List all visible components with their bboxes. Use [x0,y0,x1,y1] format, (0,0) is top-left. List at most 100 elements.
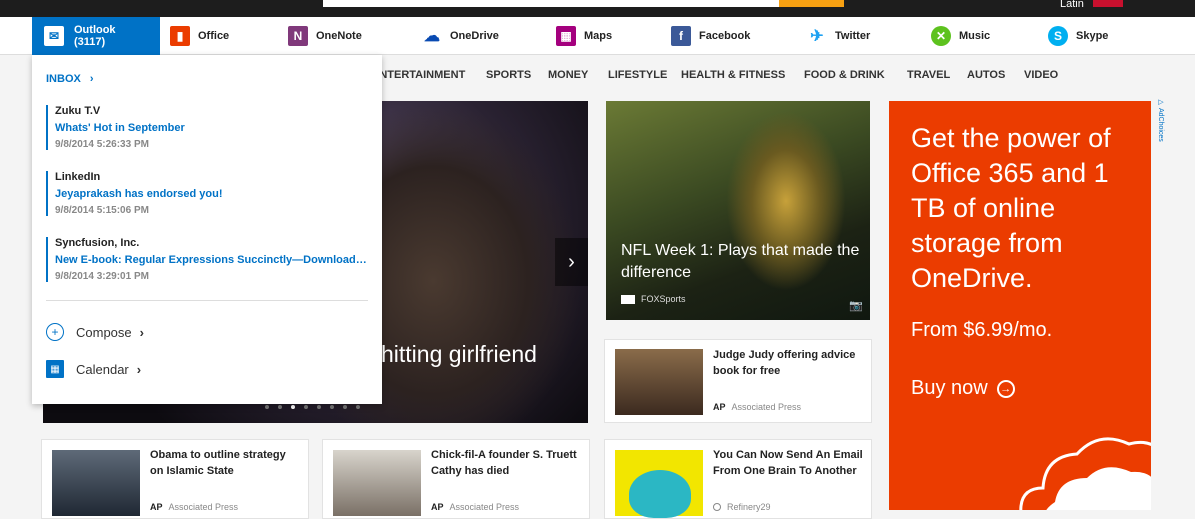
news-card-source: Refinery29 [713,502,771,512]
news-card-title[interactable]: Chick-fil-A founder S. Truett Cathy has … [431,447,583,479]
skype-icon: S [1048,26,1068,46]
nav-entertainment[interactable]: ENTERTAINMENT [372,69,465,81]
mail-subject[interactable]: Jeyaprakash has endorsed you! [55,188,368,200]
carousel-dot[interactable] [343,405,347,409]
carousel-dot[interactable] [317,405,321,409]
app-office[interactable]: ▮ Office [170,17,229,55]
chevron-right-icon[interactable]: › [555,238,588,286]
ad-buy-now-button[interactable]: Buy now → [911,377,1015,400]
ad-price: From $6.99/mo. [911,319,1053,341]
news-card-source: AP Associated Press [431,502,519,512]
app-maps[interactable]: ▦ Maps [556,17,612,55]
news-card-title[interactable]: You Can Now Send An Email From One Brain… [713,447,865,479]
mail-item[interactable]: Zuku T.V Whats' Hot in September 9/8/201… [46,105,368,150]
news-card[interactable]: You Can Now Send An Email From One Brain… [604,439,872,519]
app-facebook[interactable]: f Facebook [671,17,750,55]
search-button[interactable] [779,0,844,7]
nav-video[interactable]: VIDEO [1024,69,1058,81]
app-twitter-label: Twitter [835,30,871,42]
nav-autos[interactable]: AUTOS [967,69,1005,81]
news-card-source-label: Associated Press [449,502,520,512]
compose-label: Compose [76,324,132,340]
app-outlook[interactable]: ✉ Outlook (3117) [32,17,160,55]
app-twitter[interactable]: ✈ Twitter [807,17,870,55]
nav-lifestyle[interactable]: LIFESTYLE [608,69,667,81]
xbox-music-icon: ✕ [931,26,951,46]
mail-item[interactable]: Syncfusion, Inc. New E-book: Regular Exp… [46,237,368,282]
chevron-right-icon: › [89,73,94,85]
app-bar: ✉ Outlook (3117) ▮ Office N OneNote ☁ On… [0,17,1195,55]
nav-health-fitness[interactable]: HEALTH & FITNESS [681,69,785,81]
search-input[interactable] [323,0,779,7]
flag-icon [1093,0,1123,7]
mail-sender: Zuku T.V [55,105,101,117]
language-label[interactable]: Latin [1060,0,1084,10]
mail-item[interactable]: LinkedIn Jeyaprakash has endorsed you! 9… [46,171,368,216]
news-card-title[interactable]: Obama to outline strategy on Islamic Sta… [150,447,302,479]
app-music[interactable]: ✕ Music [931,17,990,55]
app-onedrive-label: OneDrive [450,30,499,42]
nav-money[interactable]: MONEY [548,69,588,81]
nav-sports[interactable]: SPORTS [486,69,531,81]
featured-story[interactable]: NFL Week 1: Plays that made the differen… [606,101,870,320]
plus-circle-icon: + [46,323,64,341]
cloud-icon [1019,437,1151,510]
ap-logo-icon: AP [431,502,444,512]
mail-subject[interactable]: New E-book: Regular Expressions Succinct… [55,254,368,266]
chevron-right-icon: › [139,324,144,340]
carousel-dot[interactable] [265,405,269,409]
featured-story-source: FOXSports [621,294,686,304]
office365-ad[interactable]: Get the power of Office 365 and 1 TB of … [889,101,1151,510]
nav-food-drink[interactable]: FOOD & DRINK [804,69,885,81]
carousel-dot[interactable] [304,405,308,409]
news-card-source-label: Refinery29 [727,502,771,512]
news-card[interactable]: Chick-fil-A founder S. Truett Cathy has … [322,439,590,519]
carousel-dot[interactable] [356,405,360,409]
mail-date: 9/8/2014 3:29:01 PM [55,271,149,282]
carousel-dot[interactable] [278,405,282,409]
news-card-source-label: Associated Press [168,502,239,512]
mail-sender: LinkedIn [55,171,101,183]
divider [46,300,368,301]
compose-button[interactable]: + Compose › [46,323,144,341]
inbox-link[interactable]: INBOX › [46,73,94,85]
app-music-label: Music [959,30,991,42]
mail-subject[interactable]: Whats' Hot in September [55,122,368,134]
featured-story-title[interactable]: NFL Week 1: Plays that made the differen… [621,240,861,284]
ap-logo-icon: AP [713,402,726,412]
carousel-dots [265,405,360,409]
facebook-icon: f [671,26,691,46]
app-onenote[interactable]: N OneNote [288,17,362,55]
carousel-dot[interactable] [330,405,334,409]
adchoices-link[interactable]: ▷ AdChoices [1156,98,1164,142]
hero-headline[interactable]: hitting girlfriend [381,341,537,368]
app-onedrive[interactable]: ☁ OneDrive [422,17,499,55]
calendar-label: Calendar [76,361,129,377]
news-card-title[interactable]: Judge Judy offering advice book for free [713,347,865,379]
inbox-label: INBOX [46,73,81,85]
app-skype-label: Skype [1076,30,1109,42]
featured-source-label: FOXSports [641,294,686,304]
app-skype[interactable]: S Skype [1048,17,1108,55]
news-card-source: AP Associated Press [150,502,238,512]
office-icon: ▮ [170,26,190,46]
news-card[interactable]: Judge Judy offering advice book for free… [604,339,872,423]
onenote-icon: N [288,26,308,46]
ap-logo-icon: AP [150,502,163,512]
nav-travel[interactable]: TRAVEL [907,69,950,81]
news-card-source-label: Associated Press [731,402,802,412]
app-maps-label: Maps [584,30,613,42]
calendar-button[interactable]: ▦ Calendar › [46,360,141,378]
adchoices-label: AdChoices [1157,107,1164,142]
app-outlook-label: Outlook (3117) [74,24,116,48]
carousel-dot-active[interactable] [291,405,295,409]
foxsports-logo-icon [621,294,635,304]
ad-headline[interactable]: Get the power of Office 365 and 1 TB of … [911,121,1141,296]
mail-date: 9/8/2014 5:26:33 PM [55,139,149,150]
news-thumbnail [615,450,703,518]
news-card[interactable]: Obama to outline strategy on Islamic Sta… [41,439,309,519]
maps-icon: ▦ [556,26,576,46]
ad-buy-now-label: Buy now [911,377,988,399]
news-card-source: AP Associated Press [713,402,801,412]
outlook-flyout: INBOX › Zuku T.V Whats' Hot in September… [32,55,382,404]
